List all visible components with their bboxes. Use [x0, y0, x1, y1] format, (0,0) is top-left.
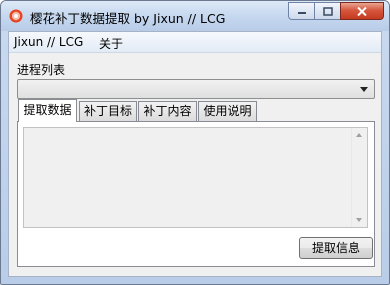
- chevron-down-icon[interactable]: [360, 87, 368, 92]
- maximize-icon: [322, 6, 333, 16]
- extract-info-button[interactable]: 提取信息: [299, 237, 373, 259]
- process-list-label: 进程列表: [17, 63, 66, 77]
- tab-usage-guide[interactable]: 使用说明: [198, 101, 257, 121]
- minimize-button[interactable]: [288, 2, 314, 20]
- menu-item-about[interactable]: 关于: [99, 35, 123, 52]
- tab-extract-data[interactable]: 提取数据: [18, 99, 77, 122]
- window-title: 樱花补丁数据提取 by Jixun // LCG: [30, 11, 226, 26]
- title-bar[interactable]: 樱花补丁数据提取 by Jixun // LCG: [1, 1, 389, 31]
- output-textarea[interactable]: [23, 127, 368, 228]
- app-window: 樱花补丁数据提取 by Jixun // LCG Jixun // LCG 关于…: [0, 0, 390, 285]
- tab-patch-target[interactable]: 补丁目标: [79, 101, 137, 121]
- caption-buttons: [288, 2, 384, 20]
- menu-bar: Jixun // LCG 关于: [9, 32, 381, 53]
- sakura-app-icon: [9, 9, 23, 23]
- tab-patch-content[interactable]: 补丁内容: [138, 101, 197, 121]
- scroll-up-arrow-icon[interactable]: [356, 133, 362, 137]
- close-button[interactable]: [340, 2, 384, 20]
- tab-panel-extract-data: 提取信息: [17, 121, 375, 267]
- minimize-icon: [297, 12, 306, 14]
- vertical-scrollbar[interactable]: [351, 128, 367, 227]
- process-list-combobox[interactable]: [17, 79, 375, 99]
- scroll-down-arrow-icon[interactable]: [356, 218, 362, 222]
- client-area: Jixun // LCG 关于 进程列表 提取数据 补丁目标 补丁内容 使用说明…: [8, 31, 382, 277]
- maximize-button[interactable]: [314, 2, 340, 20]
- menu-item-jixun[interactable]: Jixun // LCG: [14, 35, 83, 49]
- close-icon: [357, 6, 367, 16]
